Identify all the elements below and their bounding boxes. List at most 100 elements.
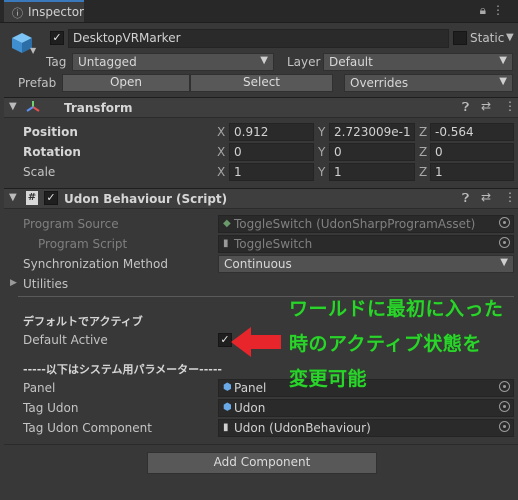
position-z-field[interactable]: -0.564 [430,123,514,141]
tag-udon-component-label: Tag Udon Component [23,421,152,435]
tag-udon-label: Tag Udon [23,401,79,415]
chevron-down-icon: ▼ [500,257,508,268]
program-script-value: ToggleSwitch [234,237,313,251]
chevron-down-icon: ▼ [499,55,507,66]
default-active-label: Default Active [23,333,108,347]
gameobject-active-checkbox[interactable]: ✓ [50,31,64,45]
scale-y-axis-label[interactable]: Y [318,165,325,179]
synchronization-method-value: Continuous [224,257,292,271]
program-source-value: ToggleSwitch (UdonSharpProgramAsset) [234,217,476,231]
help-icon[interactable]: ❓︎ [462,191,469,206]
object-picker-icon[interactable] [499,381,510,392]
prefab-open-button[interactable]: Open [62,74,190,92]
synchronization-method-dropdown[interactable]: Continuous ▼ [218,255,514,273]
scale-z-field[interactable]: 1 [430,163,514,181]
transform-header[interactable]: ▼ Transform ❓︎ ⇄ ⋮ [4,97,518,118]
foldout-arrow-icon[interactable]: ▼ [9,192,17,203]
tab-bar: ⓘ Inspector 🔒︎⋮ [0,0,518,23]
program-script-field[interactable]: ▮ ToggleSwitch [218,235,514,253]
prefab-select-button[interactable]: Select [190,74,333,92]
static-checkbox[interactable] [453,31,467,45]
gameobject-cube-icon: ⬢ [223,382,232,393]
udon-behaviour-title: Udon Behaviour (Script) [64,192,228,206]
udon-behaviour-enabled-checkbox[interactable]: ✓ [44,191,58,205]
program-script-label: Program Script [38,237,128,251]
static-dropdown-icon[interactable]: ▼ [506,32,514,43]
object-picker-icon[interactable] [499,217,510,228]
rotation-y-axis-label[interactable]: Y [318,145,325,159]
tag-dropdown[interactable]: Untagged ▼ [72,53,274,71]
script-file-icon: ▮ [223,422,229,433]
annotation-line-3: 変更可能 [289,368,368,390]
annotation-line-2: 時のアクティブ状態を [289,333,482,355]
udon-behaviour-header[interactable]: ▼ # ✓ Udon Behaviour (Script) ❓︎ ⇄ ⋮ [4,188,518,209]
rotation-x-field[interactable]: 0 [229,143,314,161]
lock-icon[interactable]: 🔒︎ [480,3,492,17]
object-picker-icon[interactable] [499,237,510,248]
scale-label: Scale [23,165,56,179]
udonsharp-asset-icon: ◆ [223,218,231,229]
tag-label: Tag [46,55,67,69]
chevron-down-icon: ▼ [499,76,507,87]
prefab-label: Prefab [18,76,57,90]
layer-dropdown[interactable]: Default ▼ [323,53,513,71]
tag-udon-value: Udon [234,401,266,415]
layer-label: Layer [287,55,321,69]
add-component-button[interactable]: Add Component [147,452,377,474]
rotation-z-field[interactable]: 0 [430,143,514,161]
position-z-axis-label[interactable]: Z [419,125,427,139]
preset-sliders-icon[interactable]: ⇄ [481,190,491,204]
tab-inspector-label: Inspector [28,5,84,19]
script-file-icon: # [26,191,38,205]
position-x-field[interactable]: 0.912 [229,123,314,141]
program-source-field[interactable]: ◆ ToggleSwitch (UdonSharpProgramAsset) [218,215,514,233]
scale-y-field[interactable]: 1 [329,163,415,181]
chevron-down-icon: ▼ [260,55,268,66]
tag-udon-field[interactable]: ⬢ Udon [218,399,514,417]
tag-udon-component-value: Udon (UdonBehaviour) [234,421,371,435]
position-x-axis-label[interactable]: X [217,125,225,139]
program-source-label: Program Source [23,217,119,231]
utilities-foldout-label[interactable]: Utilities [23,277,68,291]
rotation-z-axis-label[interactable]: Z [419,145,427,159]
foldout-arrow-icon[interactable]: ▼ [9,101,17,112]
scale-x-axis-label[interactable]: X [217,165,225,179]
window-controls: 🔒︎⋮ [480,3,510,18]
object-picker-icon[interactable] [499,421,510,432]
static-label: Static [470,31,505,45]
overrides-label: Overrides [350,76,409,90]
help-icon[interactable]: ❓︎ [462,100,469,115]
scale-z-axis-label[interactable]: Z [419,165,427,179]
rotation-label: Rotation [23,145,81,159]
gameobject-icon-dropdown-icon[interactable]: ▼ [30,46,36,55]
tag-value: Untagged [78,55,137,69]
menu-kebab-icon[interactable]: ⋮ [492,3,510,17]
tag-udon-component-field[interactable]: ▮ Udon (UdonBehaviour) [218,419,514,437]
object-picker-icon[interactable] [499,401,510,412]
system-parameters-section-header: -----以下はシステム用パラメーター----- [23,363,222,376]
rotation-y-field[interactable]: 0 [329,143,415,161]
preset-sliders-icon[interactable]: ⇄ [481,99,491,113]
annotation-line-1: ワールドに最初に入った [289,298,504,320]
position-y-field[interactable]: 2.723009e-1 [329,123,415,141]
transform-title: Transform [64,101,133,115]
synchronization-method-label: Synchronization Method [23,257,168,271]
context-menu-icon[interactable]: ⋮ [504,99,516,113]
info-icon: ⓘ [12,7,23,20]
foldout-collapsed-icon[interactable]: ▶ [10,278,17,288]
layer-value: Default [329,55,373,69]
panel-label: Panel [23,381,56,395]
script-file-icon: ▮ [223,238,229,249]
position-label: Position [23,125,78,139]
prefab-overrides-dropdown[interactable]: Overrides ▼ [344,74,513,92]
position-y-axis-label[interactable]: Y [318,125,325,139]
context-menu-icon[interactable]: ⋮ [504,190,516,204]
rotation-x-axis-label[interactable]: X [217,145,225,159]
tab-inspector[interactable]: ⓘ Inspector [4,0,84,22]
gameobject-name-field[interactable]: DesktopVRMarker [68,29,449,48]
gameobject-cube-icon: ⬢ [223,402,232,413]
default-active-section-header: デフォルトでアクティブ [23,315,143,328]
scale-x-field[interactable]: 1 [229,163,314,181]
transform-axes-icon [26,100,40,117]
annotation-arrow [229,325,283,359]
